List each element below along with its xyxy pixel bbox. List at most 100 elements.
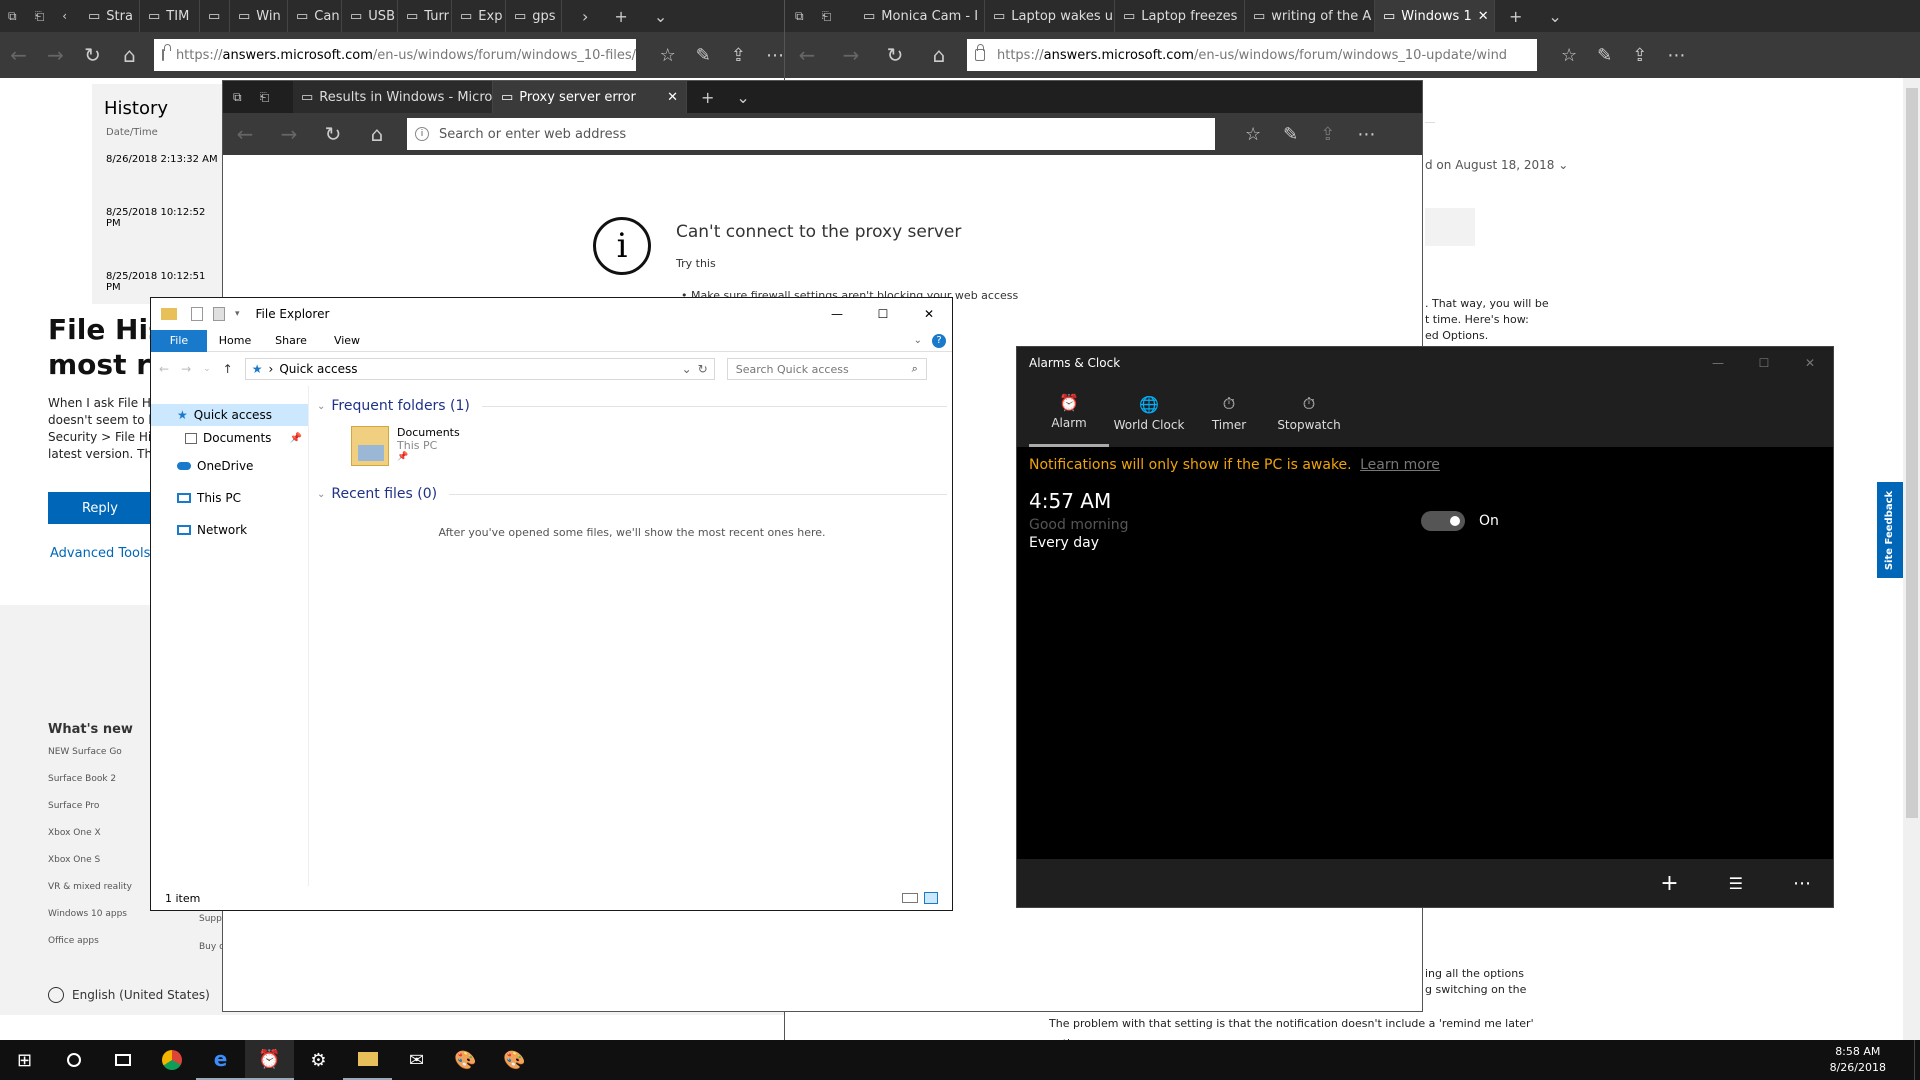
taskbar-settings[interactable]: ⚙	[294, 1040, 343, 1080]
new-tab-icon[interactable]: +	[1509, 7, 1522, 26]
left-tab-3[interactable]: ▭	[200, 0, 230, 32]
taskbar-mail[interactable]: ✉	[392, 1040, 441, 1080]
scrollbar-track[interactable]	[1903, 78, 1920, 1048]
nav-documents[interactable]: Documents 📌	[151, 426, 308, 450]
new-tab-icon[interactable]: +	[614, 7, 627, 26]
details-view-icon[interactable]	[902, 893, 918, 903]
whats-new-item[interactable]: VR & mixed reality	[48, 882, 133, 909]
proxy-tab-results[interactable]: ▭ Results in Windows - Micro	[293, 81, 493, 113]
forward-icon[interactable]: →	[829, 32, 873, 78]
left-tab-4[interactable]: ▭ Win	[230, 0, 288, 32]
whats-new-item[interactable]: Office apps	[48, 936, 133, 963]
minimize-button[interactable]: —	[814, 307, 860, 321]
properties-icon[interactable]	[191, 307, 203, 321]
tab-alarm[interactable]: ⏰ Alarm	[1029, 379, 1109, 447]
left-tab-2[interactable]: ▭ TIM	[140, 0, 200, 32]
pin-icon[interactable]: 📌	[290, 433, 308, 444]
proxy-address-field[interactable]: i Search or enter web address	[407, 118, 1215, 150]
set-aside-tabs-icon[interactable]: ⧉	[8, 9, 17, 24]
show-desktop-button[interactable]	[1914, 1040, 1920, 1080]
frequent-folders-header[interactable]: ⌄ Frequent folders (1)	[317, 398, 947, 414]
close-tab-icon[interactable]: ✕	[1478, 9, 1489, 24]
left-tab-9[interactable]: ▭ gps	[506, 0, 562, 32]
alarm-item[interactable]: 4:57 AM Good morning Every day On	[1017, 473, 1833, 553]
taskbar-file-explorer[interactable]	[343, 1040, 392, 1080]
whats-new-item[interactable]: Xbox One S	[48, 855, 133, 882]
more-icon[interactable]: ⋯	[766, 45, 784, 66]
back-chevron-icon[interactable]: ‹	[62, 9, 67, 23]
home-icon[interactable]: ⌂	[917, 32, 961, 78]
forward-icon[interactable]: →	[37, 32, 74, 78]
share-icon[interactable]: ⇪	[1632, 45, 1647, 66]
whats-new-item[interactable]: Surface Pro	[48, 801, 133, 828]
expand-ribbon-icon[interactable]: ⌄	[914, 335, 922, 346]
whats-new-item[interactable]: Surface Book 2	[48, 774, 133, 801]
favorites-star-icon[interactable]: ☆	[1245, 124, 1261, 145]
ribbon-tab-home[interactable]: Home	[207, 334, 263, 347]
tab-preview-icon[interactable]: ⎗	[260, 90, 270, 105]
system-clock[interactable]: 8:58 AM 8/26/2018	[1830, 1044, 1886, 1076]
whats-new-item[interactable]: Windows 10 apps	[48, 909, 133, 936]
proxy-tab-error[interactable]: ▭ Proxy server error ✕	[493, 81, 687, 113]
taskbar-alarms[interactable]: ⏰	[245, 1040, 294, 1080]
right-tab-5[interactable]: ▭ Windows 1 ✕	[1375, 0, 1495, 32]
tab-preview-icon[interactable]: ⎗	[35, 9, 45, 24]
whats-new-item[interactable]: Xbox One X	[48, 828, 133, 855]
set-aside-tabs-icon[interactable]: ⧉	[233, 90, 242, 105]
whats-new-item[interactable]: NEW Surface Go	[48, 747, 133, 774]
folder-tile-documents[interactable]: Documents This PC 📌	[351, 426, 947, 466]
help-icon[interactable]: ?	[932, 333, 946, 348]
refresh-icon[interactable]: ↻	[873, 32, 917, 78]
new-tab-icon[interactable]: +	[701, 88, 714, 107]
reply-button[interactable]: Reply	[48, 492, 152, 524]
recent-files-header[interactable]: ⌄ Recent files (0)	[317, 486, 947, 502]
tab-list-icon[interactable]: ⌄	[654, 7, 667, 26]
left-tab-5[interactable]: ▭ Can	[288, 0, 342, 32]
left-tab-7[interactable]: ▭ Turr	[398, 0, 452, 32]
recent-locations-icon[interactable]: ⌄	[203, 364, 211, 374]
share-icon[interactable]: ⇪	[1320, 124, 1335, 145]
more-icon[interactable]: ⋯	[1667, 45, 1685, 66]
task-view-button[interactable]	[98, 1040, 147, 1080]
maximize-button[interactable]: ☐	[1741, 356, 1787, 370]
tab-world-clock[interactable]: 🌐 World Clock	[1109, 379, 1189, 447]
notes-pen-icon[interactable]: ✎	[696, 45, 711, 66]
ribbon-tab-view[interactable]: View	[319, 334, 375, 347]
tab-scroll-right-icon[interactable]: ›	[582, 7, 588, 26]
add-alarm-icon[interactable]: +	[1660, 871, 1678, 896]
chevron-down-icon[interactable]: ⌄	[1558, 158, 1568, 172]
minimize-button[interactable]: —	[1695, 356, 1741, 370]
home-icon[interactable]: ⌂	[111, 32, 148, 78]
history-row[interactable]: 8/26/2018 2:13:32 AM	[92, 138, 232, 165]
set-aside-tabs-icon[interactable]: ⧉	[795, 9, 804, 24]
footer-side-item[interactable]: Buy o	[199, 942, 225, 952]
qat-dropdown-icon[interactable]: ▾	[235, 309, 240, 319]
more-icon[interactable]: ⋯	[1793, 873, 1811, 894]
right-tab-3[interactable]: ▭ Laptop freezes	[1115, 0, 1245, 32]
right-tab-4[interactable]: ▭ writing of the A	[1245, 0, 1375, 32]
ribbon-tab-share[interactable]: Share	[263, 334, 319, 347]
tab-timer[interactable]: ⏱ Timer	[1189, 379, 1269, 447]
refresh-icon[interactable]: ↻	[74, 32, 111, 78]
notes-pen-icon[interactable]: ✎	[1597, 45, 1612, 66]
left-tab-1[interactable]: ▭ Stra	[80, 0, 140, 32]
favorites-star-icon[interactable]: ☆	[660, 45, 676, 66]
select-alarms-icon[interactable]: ☰	[1729, 874, 1743, 893]
more-icon[interactable]: ⋯	[1357, 124, 1375, 145]
close-tab-icon[interactable]: ✕	[667, 90, 678, 105]
nav-quick-access[interactable]: ★ Quick access	[151, 404, 308, 426]
right-url-field[interactable]: https://answers.microsoft.com/en-us/wind…	[967, 39, 1537, 71]
explorer-search-input[interactable]: Search Quick access ⌕	[726, 358, 927, 380]
notes-pen-icon[interactable]: ✎	[1283, 124, 1298, 145]
right-tab-2[interactable]: ▭ Laptop wakes u	[985, 0, 1115, 32]
back-icon[interactable]: ←	[223, 111, 267, 157]
up-icon[interactable]: ↑	[223, 362, 233, 376]
left-tab-6[interactable]: ▭ USB	[342, 0, 398, 32]
nav-this-pc[interactable]: This PC	[151, 482, 308, 514]
tab-list-icon[interactable]: ⌄	[1548, 7, 1561, 26]
start-button[interactable]: ⊞	[0, 1040, 49, 1080]
scrollbar-thumb[interactable]	[1906, 88, 1918, 818]
learn-more-link[interactable]: Learn more	[1360, 457, 1440, 473]
share-icon[interactable]: ⇪	[731, 45, 746, 66]
forward-icon[interactable]: →	[181, 362, 191, 376]
